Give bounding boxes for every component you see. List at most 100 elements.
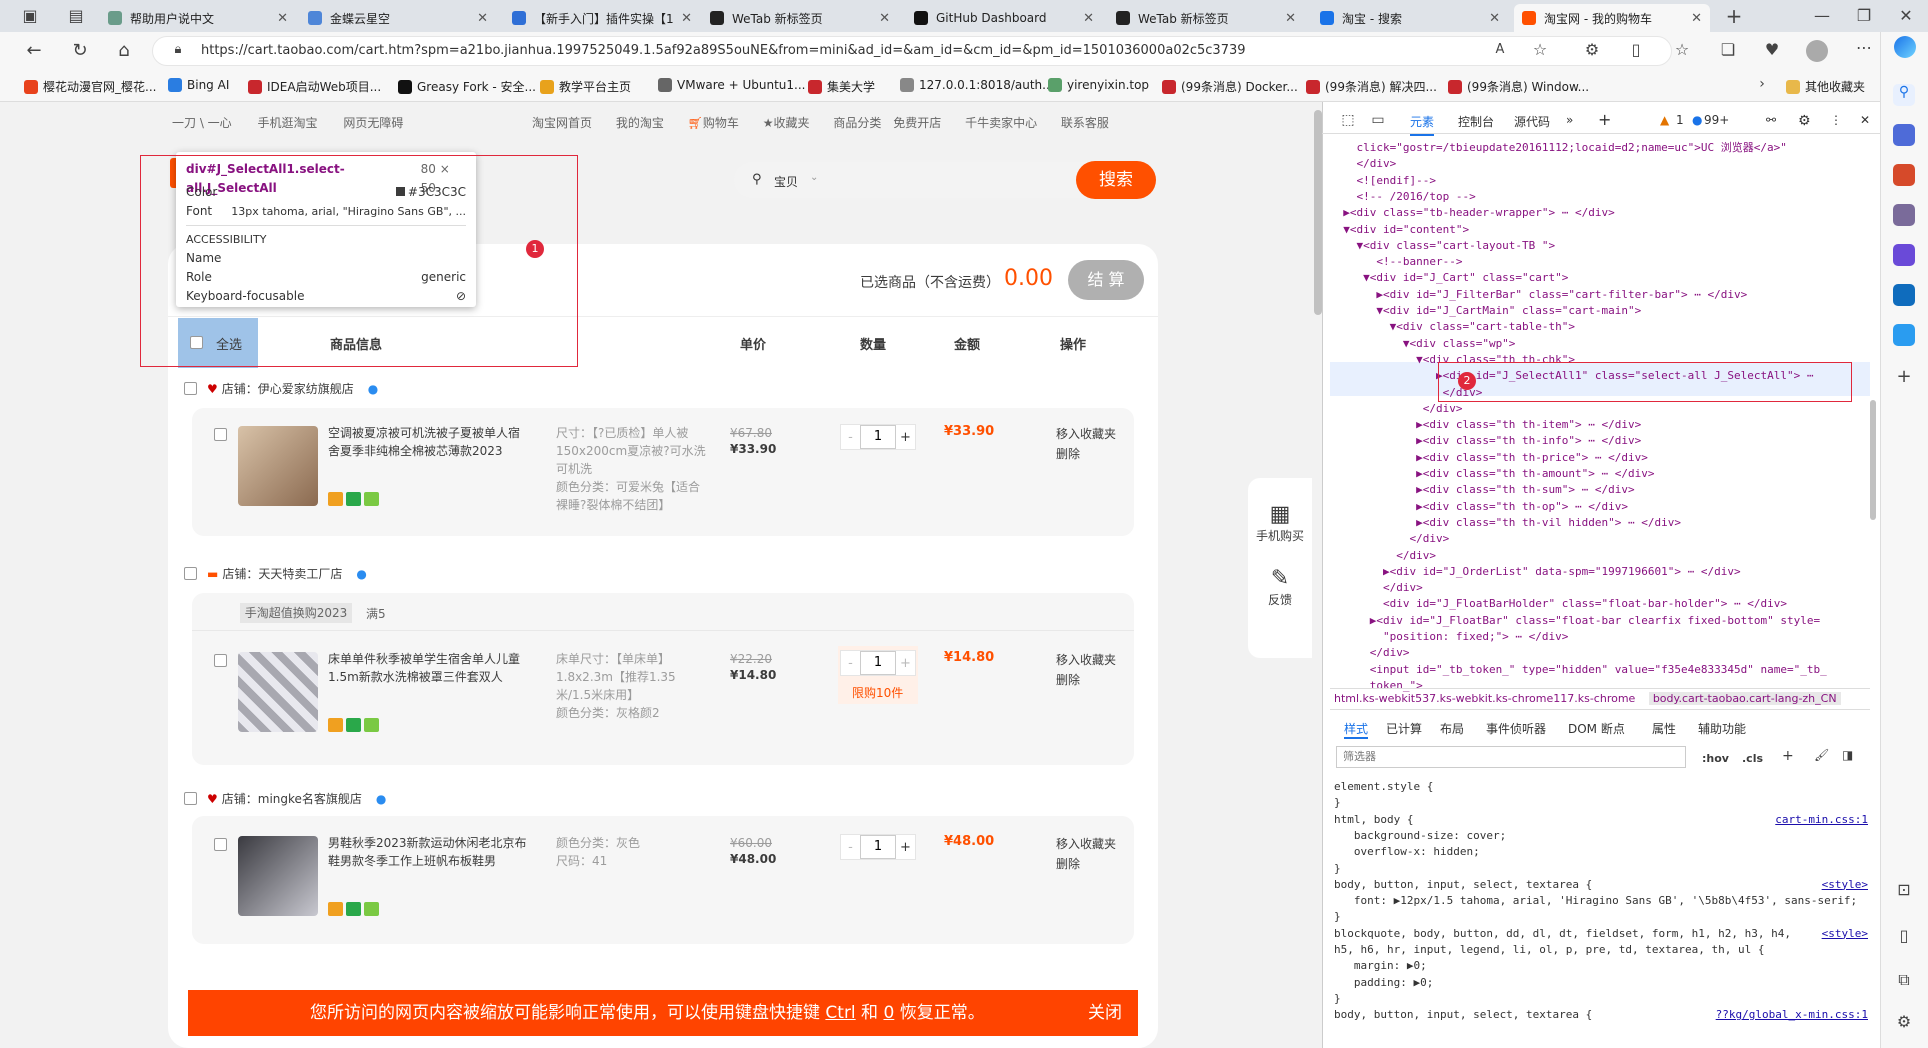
item-thumbnail[interactable] — [238, 426, 318, 506]
promo-text[interactable]: 满5 — [366, 605, 386, 622]
dom-node-line[interactable]: <!-- /2016/top --> — [1330, 189, 1475, 205]
warning-icon[interactable]: ▲ — [1660, 113, 1669, 127]
more-menu-icon[interactable]: ⋯ — [1852, 38, 1876, 57]
nav-my-taobao[interactable]: 我的淘宝 — [616, 116, 664, 130]
tab-sources[interactable]: 源代码 — [1514, 113, 1550, 130]
chevron-right-icon[interactable]: › — [1750, 76, 1774, 92]
dom-node-line[interactable]: ▶<div class="tb-header-wrapper"> ⋯ </div… — [1330, 205, 1615, 221]
item-sku[interactable]: 床单尺寸：【单床单】1.8x2.3m【推荐1.35米/1.5米床用】 颜色分类：… — [556, 650, 706, 722]
delete-button[interactable]: 删除 — [1056, 444, 1116, 464]
dom-node-line[interactable]: <![endif]--> — [1330, 173, 1435, 189]
dom-node-line[interactable]: </div> — [1330, 580, 1423, 596]
tab-close-icon[interactable]: ✕ — [681, 11, 692, 26]
favorite-item[interactable]: Bing AI — [168, 78, 229, 92]
item-thumbnail[interactable] — [238, 836, 318, 916]
page-scrollbar[interactable] — [1314, 110, 1322, 315]
breadcrumb-html[interactable]: html.ks-webkit537.ks-webkit.ks-chrome117… — [1334, 692, 1635, 705]
chat-icon[interactable]: ● — [356, 567, 366, 581]
quantity-stepper[interactable]: -1 + — [840, 650, 916, 676]
shop-checkbox[interactable] — [184, 382, 197, 395]
item-checkbox[interactable] — [214, 428, 227, 441]
favorite-star-icon[interactable]: ☆ — [1528, 40, 1552, 59]
favorite-item[interactable]: (99条消息) Docker... — [1162, 78, 1298, 95]
tab[interactable]: 【新手入门】插件实操【1 ✕ — [504, 4, 700, 32]
quantity-input[interactable]: 1 — [860, 835, 896, 859]
favorite-item[interactable]: 127.0.0.1:8018/auth... — [900, 78, 1054, 92]
item-sku[interactable]: 尺寸：【?已质检】单人被150x200cm夏凉被?可水洗可机洗 颜色分类：可爱米… — [556, 424, 706, 514]
devtools-scrollbar[interactable] — [1870, 400, 1876, 520]
style-source-link[interactable]: <style> — [1822, 927, 1868, 940]
dom-node-line[interactable]: ▼<div class="wp"> — [1330, 336, 1516, 352]
copilot-icon[interactable] — [1894, 36, 1916, 58]
feedback-icon[interactable]: ✎ — [1248, 566, 1312, 591]
tab-close-icon[interactable]: ✕ — [1489, 11, 1500, 26]
collections-icon[interactable]: ❏ — [1716, 40, 1740, 59]
style-rule-line[interactable]: overflow-x: hidden; — [1334, 845, 1480, 858]
tab[interactable]: WeTab 新标签页 ✕ — [702, 4, 898, 32]
nav-user[interactable]: 一刀 \ 一心 — [172, 116, 232, 130]
item-sku[interactable]: 颜色分类：灰色 尺码：41 — [556, 834, 706, 870]
back-icon[interactable]: ← — [22, 40, 46, 61]
lock-icon[interactable]: 🔒︎ — [166, 42, 190, 57]
dom-node-line[interactable]: click="gostr=/tbieupdate20161112;locaid=… — [1330, 140, 1786, 156]
warning-count[interactable]: 1 — [1676, 113, 1684, 127]
dom-node-line[interactable]: ▼<div class="cart-table-th"> — [1330, 319, 1575, 335]
close-window-icon[interactable]: ✕ — [1894, 6, 1918, 25]
nav-category[interactable]: 商品分类 — [833, 116, 881, 130]
home-icon[interactable]: ⌂ — [112, 40, 136, 61]
dom-node-line[interactable]: ▼<div id="content"> — [1330, 222, 1469, 238]
workspaces-icon[interactable]: ▣ — [18, 6, 42, 25]
dom-node-line[interactable]: ▶<div id="J_OrderList" data-spm="1997196… — [1330, 564, 1741, 580]
shop-name[interactable]: 店铺：mingke名客旗舰店 — [222, 790, 362, 807]
minus-button[interactable]: - — [841, 656, 860, 671]
dom-node-line[interactable]: ▶<div id="J_FloatBar" class="float-bar c… — [1330, 613, 1820, 629]
style-rule-line[interactable]: } — [1334, 910, 1341, 923]
other-favorites[interactable]: 其他收藏夹 — [1786, 78, 1865, 95]
dom-node-line[interactable]: ▶<div class="th th-price"> ⋯ </div> — [1330, 450, 1648, 466]
quantity-stepper[interactable]: -1 + — [840, 424, 916, 450]
window-icon[interactable]: ⧉ — [1892, 970, 1916, 990]
tab-close-icon[interactable]: ✕ — [1691, 11, 1702, 26]
minimize-icon[interactable]: — — [1810, 6, 1834, 25]
mobile-buy-label[interactable]: 手机购买 — [1248, 527, 1312, 544]
favorite-item[interactable]: yirenyixin.top — [1048, 78, 1149, 92]
style-rule-line[interactable]: body, button, input, select, textarea { — [1334, 878, 1592, 891]
screenshot-icon[interactable]: ⊡ — [1892, 880, 1916, 899]
dom-node-line[interactable]: ▶<div class="th th-amount"> ⋯ </div> — [1330, 466, 1654, 482]
item-checkbox[interactable] — [214, 654, 227, 667]
styles-filter-input[interactable]: 筛选器 — [1336, 746, 1686, 768]
style-rule-line[interactable]: background-size: cover; — [1334, 829, 1506, 842]
style-rule-line[interactable]: } — [1334, 796, 1341, 809]
style-rule-line[interactable]: } — [1334, 862, 1341, 875]
favorite-item[interactable]: (99条消息) 解决四... — [1306, 78, 1437, 95]
search-icon[interactable]: ⚲ — [1893, 84, 1915, 106]
nav-cart[interactable]: 购物车 — [703, 116, 739, 130]
minus-button[interactable]: - — [841, 430, 860, 445]
settings-gear-icon[interactable]: ⚙ — [1798, 113, 1811, 129]
move-to-favorites[interactable]: 移入收藏夹 — [1056, 650, 1116, 670]
games-icon[interactable] — [1893, 204, 1915, 226]
style-rule-line[interactable]: element.style { — [1334, 780, 1433, 793]
search-scope[interactable]: 宝贝 — [774, 173, 798, 190]
vertical-tabs-icon[interactable]: ▤ — [64, 6, 88, 25]
tab-close-icon[interactable]: ✕ — [277, 11, 288, 26]
read-aloud-icon[interactable]: A — [1488, 42, 1512, 57]
device-toolbar-icon[interactable]: ▭ — [1366, 112, 1390, 128]
move-to-favorites[interactable]: 移入收藏夹 — [1056, 424, 1116, 444]
paint-icon[interactable]: 🖌︎ — [1814, 748, 1829, 762]
drop-icon[interactable] — [1893, 324, 1915, 346]
cls-toggle[interactable]: .cls — [1742, 752, 1763, 765]
dom-node-line[interactable]: ▶<div class="th th-op"> ⋯ </div> — [1330, 499, 1628, 515]
sidebar-toggle-icon[interactable]: ◨ — [1842, 748, 1853, 762]
plus-button[interactable]: + — [896, 656, 915, 671]
nav-accessibility[interactable]: 网页无障碍 — [343, 116, 403, 130]
delete-button[interactable]: 删除 — [1056, 854, 1116, 874]
tab[interactable]: 淘宝 - 搜索 ✕ — [1312, 4, 1508, 32]
quantity-stepper[interactable]: -1 + — [840, 834, 916, 860]
style-rule-line[interactable]: font: ▶12px/1.5 tahoma, arial, 'Hiragino… — [1334, 894, 1857, 907]
dom-node-line[interactable]: <div id="J_FloatBarHolder" class="float-… — [1330, 596, 1787, 612]
shop-checkbox[interactable] — [184, 792, 197, 805]
devtools-more-icon[interactable]: ⋮ — [1830, 113, 1842, 127]
favorite-item[interactable]: VMware + Ubuntu1... — [658, 78, 805, 92]
style-source-link[interactable]: cart-min.css:1 — [1775, 813, 1868, 826]
